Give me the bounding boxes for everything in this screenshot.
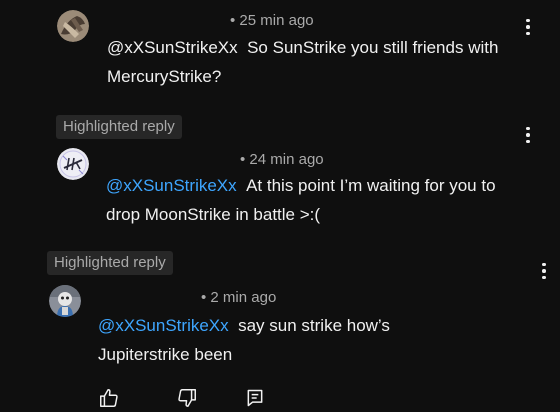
highlighted-reply-badge: Highlighted reply bbox=[47, 251, 173, 275]
like-button[interactable] bbox=[97, 386, 121, 410]
thumbs-up-icon bbox=[100, 389, 118, 407]
comment-timestamp[interactable]: • 2 min ago bbox=[201, 289, 276, 306]
comments-panel: • 25 min ago @xXSunStrikeXx So SunStrike… bbox=[0, 0, 560, 412]
avatar[interactable] bbox=[49, 285, 81, 317]
comment-item: Highlighted reply • 2 min ago @xXSunStri… bbox=[0, 0, 560, 412]
comment-mention[interactable]: @xXSunStrikeXx bbox=[98, 316, 229, 335]
reply-icon bbox=[247, 389, 263, 407]
dislike-button[interactable] bbox=[175, 386, 199, 410]
comment-text: @xXSunStrikeXx say sun strike how’s Jupi… bbox=[98, 311, 458, 369]
reply-button[interactable] bbox=[243, 386, 267, 410]
thumbs-down-icon bbox=[178, 389, 196, 407]
more-actions-button[interactable] bbox=[536, 259, 552, 283]
